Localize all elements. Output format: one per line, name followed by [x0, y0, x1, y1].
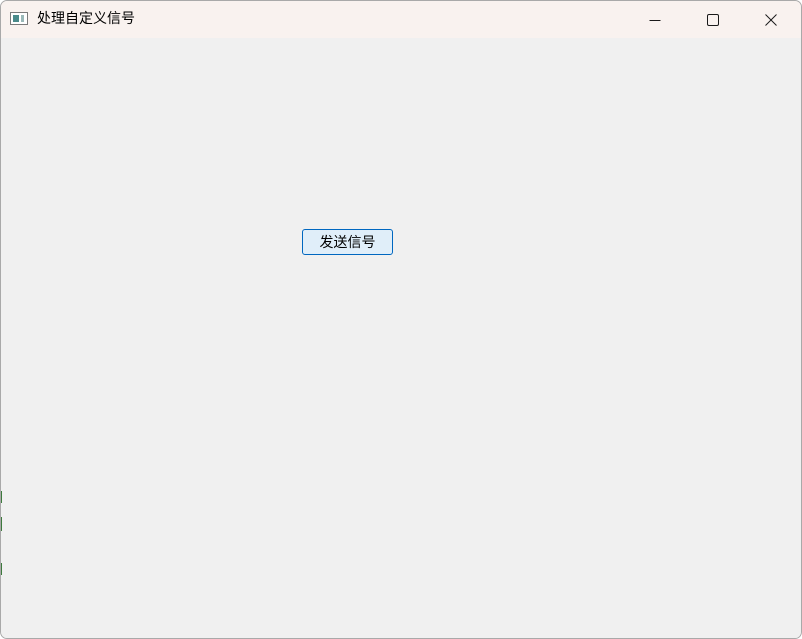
app-icon[interactable]	[10, 12, 28, 25]
edge-artifact	[1, 517, 2, 531]
title-bar[interactable]: 处理自定义信号	[1, 1, 801, 38]
close-icon	[765, 13, 777, 26]
edge-artifact	[1, 563, 2, 575]
minimize-button[interactable]	[626, 1, 684, 38]
minimize-icon	[649, 19, 661, 21]
close-button[interactable]	[742, 1, 800, 38]
window-title: 处理自定义信号	[37, 11, 135, 27]
maximize-button[interactable]	[684, 1, 742, 38]
edge-artifact	[1, 491, 2, 503]
client-area: 发送信号	[1, 38, 801, 638]
maximize-icon	[707, 13, 719, 26]
app-window: 处理自定义信号 发送信号	[0, 0, 802, 639]
send-signal-button[interactable]: 发送信号	[302, 229, 393, 255]
